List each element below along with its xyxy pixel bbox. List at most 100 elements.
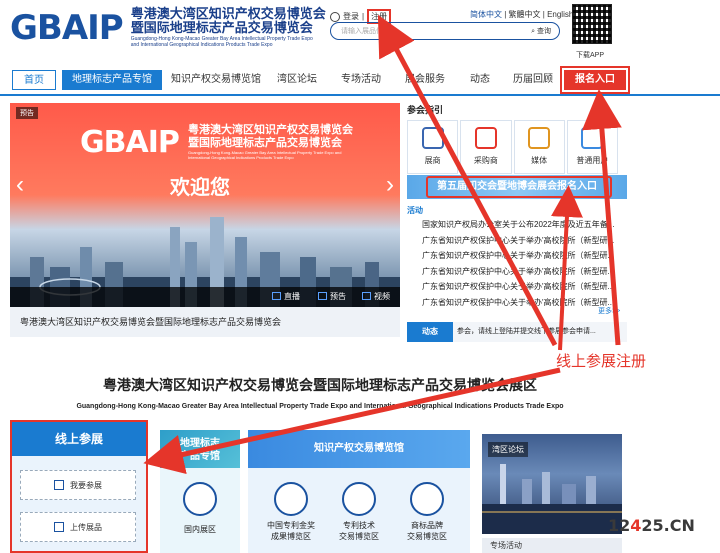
patent-trade-line1: 专利技术	[343, 521, 375, 530]
dynamic-tag[interactable]: 动态	[407, 322, 453, 342]
more-link[interactable]: 更多>>	[598, 306, 620, 316]
watermark-part-c: 25.CN	[641, 516, 695, 535]
preview-tab[interactable]: 预告	[318, 291, 346, 302]
logo-cn-line1: 粤港澳大湾区知识产权交易博览会	[130, 7, 326, 22]
media-icon	[528, 127, 551, 149]
guide-media[interactable]: 媒体	[513, 120, 565, 174]
forum-tag: 湾区论坛	[488, 442, 528, 457]
trademark-line1: 商标品牌	[411, 521, 443, 530]
news-item[interactable]: 广东省知识产权保护中心关于举办'高校院所（新型研...	[422, 248, 622, 264]
geo-hall-title: 地理标志 产品专馆	[160, 430, 240, 468]
pavilion-icon	[183, 482, 217, 516]
ip-hall-title[interactable]: 知识产权交易博览馆	[248, 430, 470, 468]
nav-home[interactable]: 首页	[12, 70, 56, 90]
guide-buyer[interactable]: 采购商	[460, 120, 512, 174]
watermark-part-a: 12	[608, 516, 631, 535]
nav-activities[interactable]: 专场活动	[336, 70, 386, 90]
section-subtitle: Guangdong-Hong Kong-Macao Greater Bay Ar…	[76, 403, 564, 410]
trademark-icon	[410, 482, 444, 516]
trademark-line2: 交易博览区	[407, 532, 447, 541]
banner-title: 粤港澳大湾区知识产权交易博览会 暨国际地理标志产品交易博览会	[188, 123, 353, 149]
section-title: 粤港澳大湾区知识产权交易博览会暨国际地理标志产品交易博览会展区	[103, 378, 537, 394]
patent-icon	[342, 482, 376, 516]
video-icon	[362, 292, 371, 300]
banner-title-line1: 粤港澳大湾区知识产权交易博览会	[188, 123, 353, 136]
carousel-prev-icon[interactable]: ‹	[16, 171, 24, 199]
signup-highlight-frame	[560, 66, 630, 94]
news-item[interactable]: 广东省知识产权保护中心关于举办'高校院所（新型研...	[422, 264, 622, 280]
nav-history[interactable]: 历届回顾	[508, 70, 558, 90]
banner-en-text: Guangdong-Hong Kong-Macao Greater Bay Ar…	[188, 150, 342, 160]
nav-geo-hall[interactable]: 地理标志产品专馆	[62, 70, 162, 90]
geo-hall-title-line2: 产品专馆	[180, 451, 220, 462]
banner-caption[interactable]: 粤港澳大湾区知识产权交易博览会暨国际地理标志产品交易博览会	[10, 307, 400, 337]
logo-cn-line2: 暨国际地理标志产品交易博览会	[130, 21, 313, 36]
guide-icon-row: 展商 采购商 媒体 普通用户	[407, 120, 620, 174]
lang-english[interactable]: English	[547, 10, 573, 19]
carousel-next-icon[interactable]: ›	[386, 171, 394, 199]
visitor-icon	[581, 127, 604, 149]
news-tab-activities[interactable]: 活动	[407, 205, 423, 216]
preview-label: 预告	[330, 292, 346, 301]
news-list: 国家知识产权局办公室关于公布2022年度及近五年备... 广东省知识产权保护中心…	[422, 217, 622, 311]
news-item[interactable]: 广东省知识产权保护中心关于举办'高校院所（新型研...	[422, 279, 622, 295]
login-link[interactable]: 登录	[343, 11, 359, 22]
lang-simplified[interactable]: 简体中文	[470, 10, 502, 19]
patent-trade-line2: 交易博览区	[339, 532, 379, 541]
language-switcher: 简体中文 | 繁體中文 | English	[470, 10, 574, 19]
hero-banner[interactable]: 预告 GBAIP 粤港澳大湾区知识产权交易博览会 暨国际地理标志产品交易博览会 …	[10, 103, 400, 307]
guide-media-label: 媒体	[531, 156, 548, 165]
forum-card[interactable]: 湾区论坛	[482, 434, 622, 534]
live-label: 直播	[284, 292, 300, 301]
site-watermark: 12425.CN	[608, 516, 695, 535]
nav-ip-hall[interactable]: 知识产权交易博览馆	[170, 70, 262, 90]
special-events-card[interactable]: 专场活动	[482, 538, 622, 553]
nav-forum[interactable]: 湾区论坛	[272, 70, 322, 90]
guide-exhibitor-label: 展商	[424, 156, 441, 165]
expo-highlight-frame	[426, 176, 612, 198]
news-item[interactable]: 国家知识产权局办公室关于公布2022年度及近五年备...	[422, 217, 622, 233]
nav-news[interactable]: 动态	[462, 70, 498, 90]
guide-exhibitor[interactable]: 展商	[407, 120, 459, 174]
banner-logo: GBAIP	[80, 125, 180, 160]
search-button-label: 查询	[537, 28, 551, 35]
logo-text: 粤港澳大湾区知识产权交易博览会 暨国际地理标志产品交易博览会 Guangdong…	[130, 7, 326, 49]
preview-badge: 预告	[16, 107, 38, 119]
dynamic-ticker: 动态 参会，请线上登陆并提交线下参展参会申请...	[407, 322, 627, 342]
domestic-zone-label[interactable]: 国内展区	[160, 524, 240, 535]
news-item[interactable]: 广东省知识产权保护中心关于举办'高校院所（新型研...	[422, 295, 622, 311]
trademark-zone[interactable]: 商标品牌 交易博览区	[390, 520, 464, 542]
dynamic-text[interactable]: 参会，请线上登陆并提交线下参展参会申请...	[457, 326, 596, 336]
preview-icon	[318, 292, 327, 300]
guide-visitor-label: 普通用户	[576, 156, 609, 165]
live-icon	[272, 292, 281, 300]
qr-code-image	[572, 4, 612, 44]
banner-title-line2: 暨国际地理标志产品交易博览会	[188, 136, 342, 149]
geo-hall-title-line1: 地理标志	[180, 438, 220, 449]
guide-title: 参会指引	[407, 105, 444, 115]
video-tab[interactable]: 视频	[362, 291, 390, 302]
search-input[interactable]: 请输入展品信息	[341, 26, 531, 36]
ip-hall-card: 知识产权交易博览馆 中国专利金奖 成果博览区 专利技术 交易博览区 商标品牌 交…	[248, 430, 470, 553]
exhibitor-icon	[421, 127, 444, 149]
site-logo[interactable]: GBAIP 粤港澳大湾区知识产权交易博览会 暨国际地理标志产品交易博览会 Gua…	[10, 7, 326, 49]
online-highlight-frame	[10, 420, 148, 553]
qr-label: 下载APP	[576, 52, 605, 59]
annotation-label: 线上参展注册	[556, 352, 647, 370]
logo-mark: GBAIP	[10, 8, 124, 48]
trophy-icon	[274, 482, 308, 516]
buyer-icon	[474, 127, 497, 149]
user-icon	[330, 11, 340, 22]
geo-hall-card[interactable]: 地理标志 产品专馆 国内展区	[160, 430, 240, 553]
guide-buyer-label: 采购商	[473, 156, 498, 165]
news-item[interactable]: 广东省知识产权保护中心关于举办'高校院所（新型研...	[422, 233, 622, 249]
logo-en: Guangdong-Hong Kong-Macao Greater Bay Ar…	[130, 36, 313, 48]
guide-visitor[interactable]: 普通用户	[566, 120, 618, 174]
search-button[interactable]: ⌕ 查询	[531, 26, 551, 36]
patent-trade-zone[interactable]: 专利技术 交易博览区	[322, 520, 396, 542]
search-bar[interactable]: 请输入展品信息 ⌕ 查询	[330, 22, 560, 40]
live-tab[interactable]: 直播	[272, 291, 300, 302]
video-label: 视频	[374, 292, 390, 301]
nav-services[interactable]: 展会服务	[400, 70, 450, 90]
lang-traditional[interactable]: 繁體中文	[509, 10, 541, 19]
